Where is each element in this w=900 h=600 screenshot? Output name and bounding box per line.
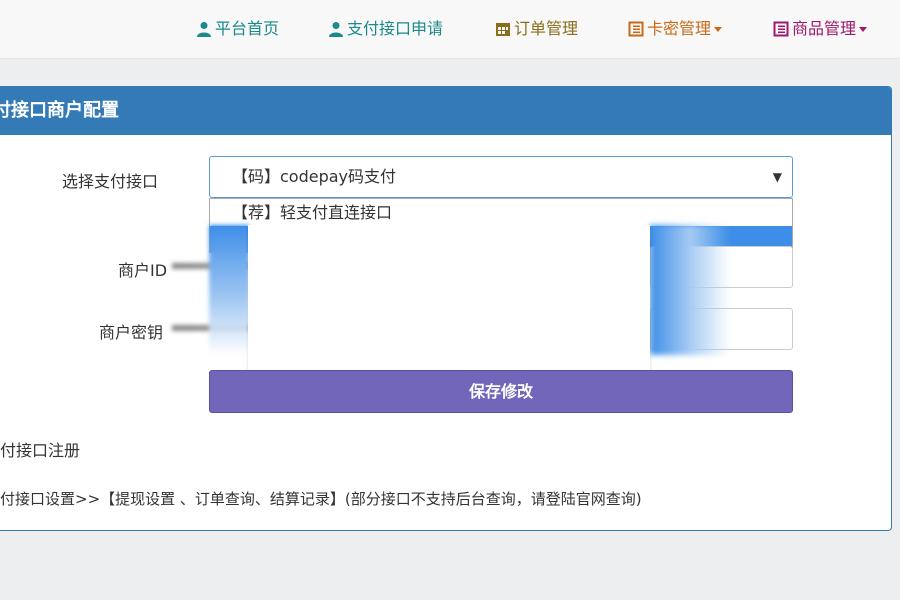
chevron-down-icon [714,26,723,32]
merchant-id-label: 商户ID [118,261,168,280]
calendar-icon [495,21,511,37]
nav-payment-apply-label: 支付接口申请 [347,19,444,38]
user-icon [328,21,344,37]
panel-title: 付接口商户配置 [0,87,891,135]
top-navbar: 平台首页 支付接口申请 订单管理 卡密管理 商品管理 [0,0,900,59]
payment-interface-select[interactable]: 【码】codepay码支付 ▼ [209,156,793,198]
list-icon [773,21,789,37]
settings-info-text: 付接口设置>>【提现设置 、订单查询、结算记录】(部分接口不支持后台查询，请登陆… [0,490,642,508]
merchant-key-label: 商户密钥 [99,323,164,342]
save-button[interactable]: 保存修改 [209,370,793,413]
list-icon [628,21,644,37]
nav-products-label: 商品管理 [792,19,857,38]
nav-home[interactable]: 平台首页 [196,18,279,40]
dropdown-option[interactable]: 【荐】轻支付直连接口 [210,199,792,226]
chevron-down-icon [859,26,868,32]
nav-orders-label: 订单管理 [514,19,579,38]
nav-orders[interactable]: 订单管理 [495,18,578,40]
nav-cards-label: 卡密管理 [647,19,712,38]
select-arrow-icon: ▼ [772,170,782,184]
nav-products[interactable]: 商品管理 [773,18,868,40]
redacted-overlay [248,225,650,373]
user-icon [196,21,212,37]
nav-home-label: 平台首页 [215,19,280,38]
select-interface-label: 选择支付接口 [62,172,159,191]
blur-artifact [650,225,730,355]
nav-cards[interactable]: 卡密管理 [628,18,723,40]
nav-payment-apply[interactable]: 支付接口申请 [328,18,443,40]
blur-artifact [209,225,249,355]
select-value: 【码】codepay码支付 [232,167,397,186]
register-link-text[interactable]: 付接口注册 [0,437,80,461]
